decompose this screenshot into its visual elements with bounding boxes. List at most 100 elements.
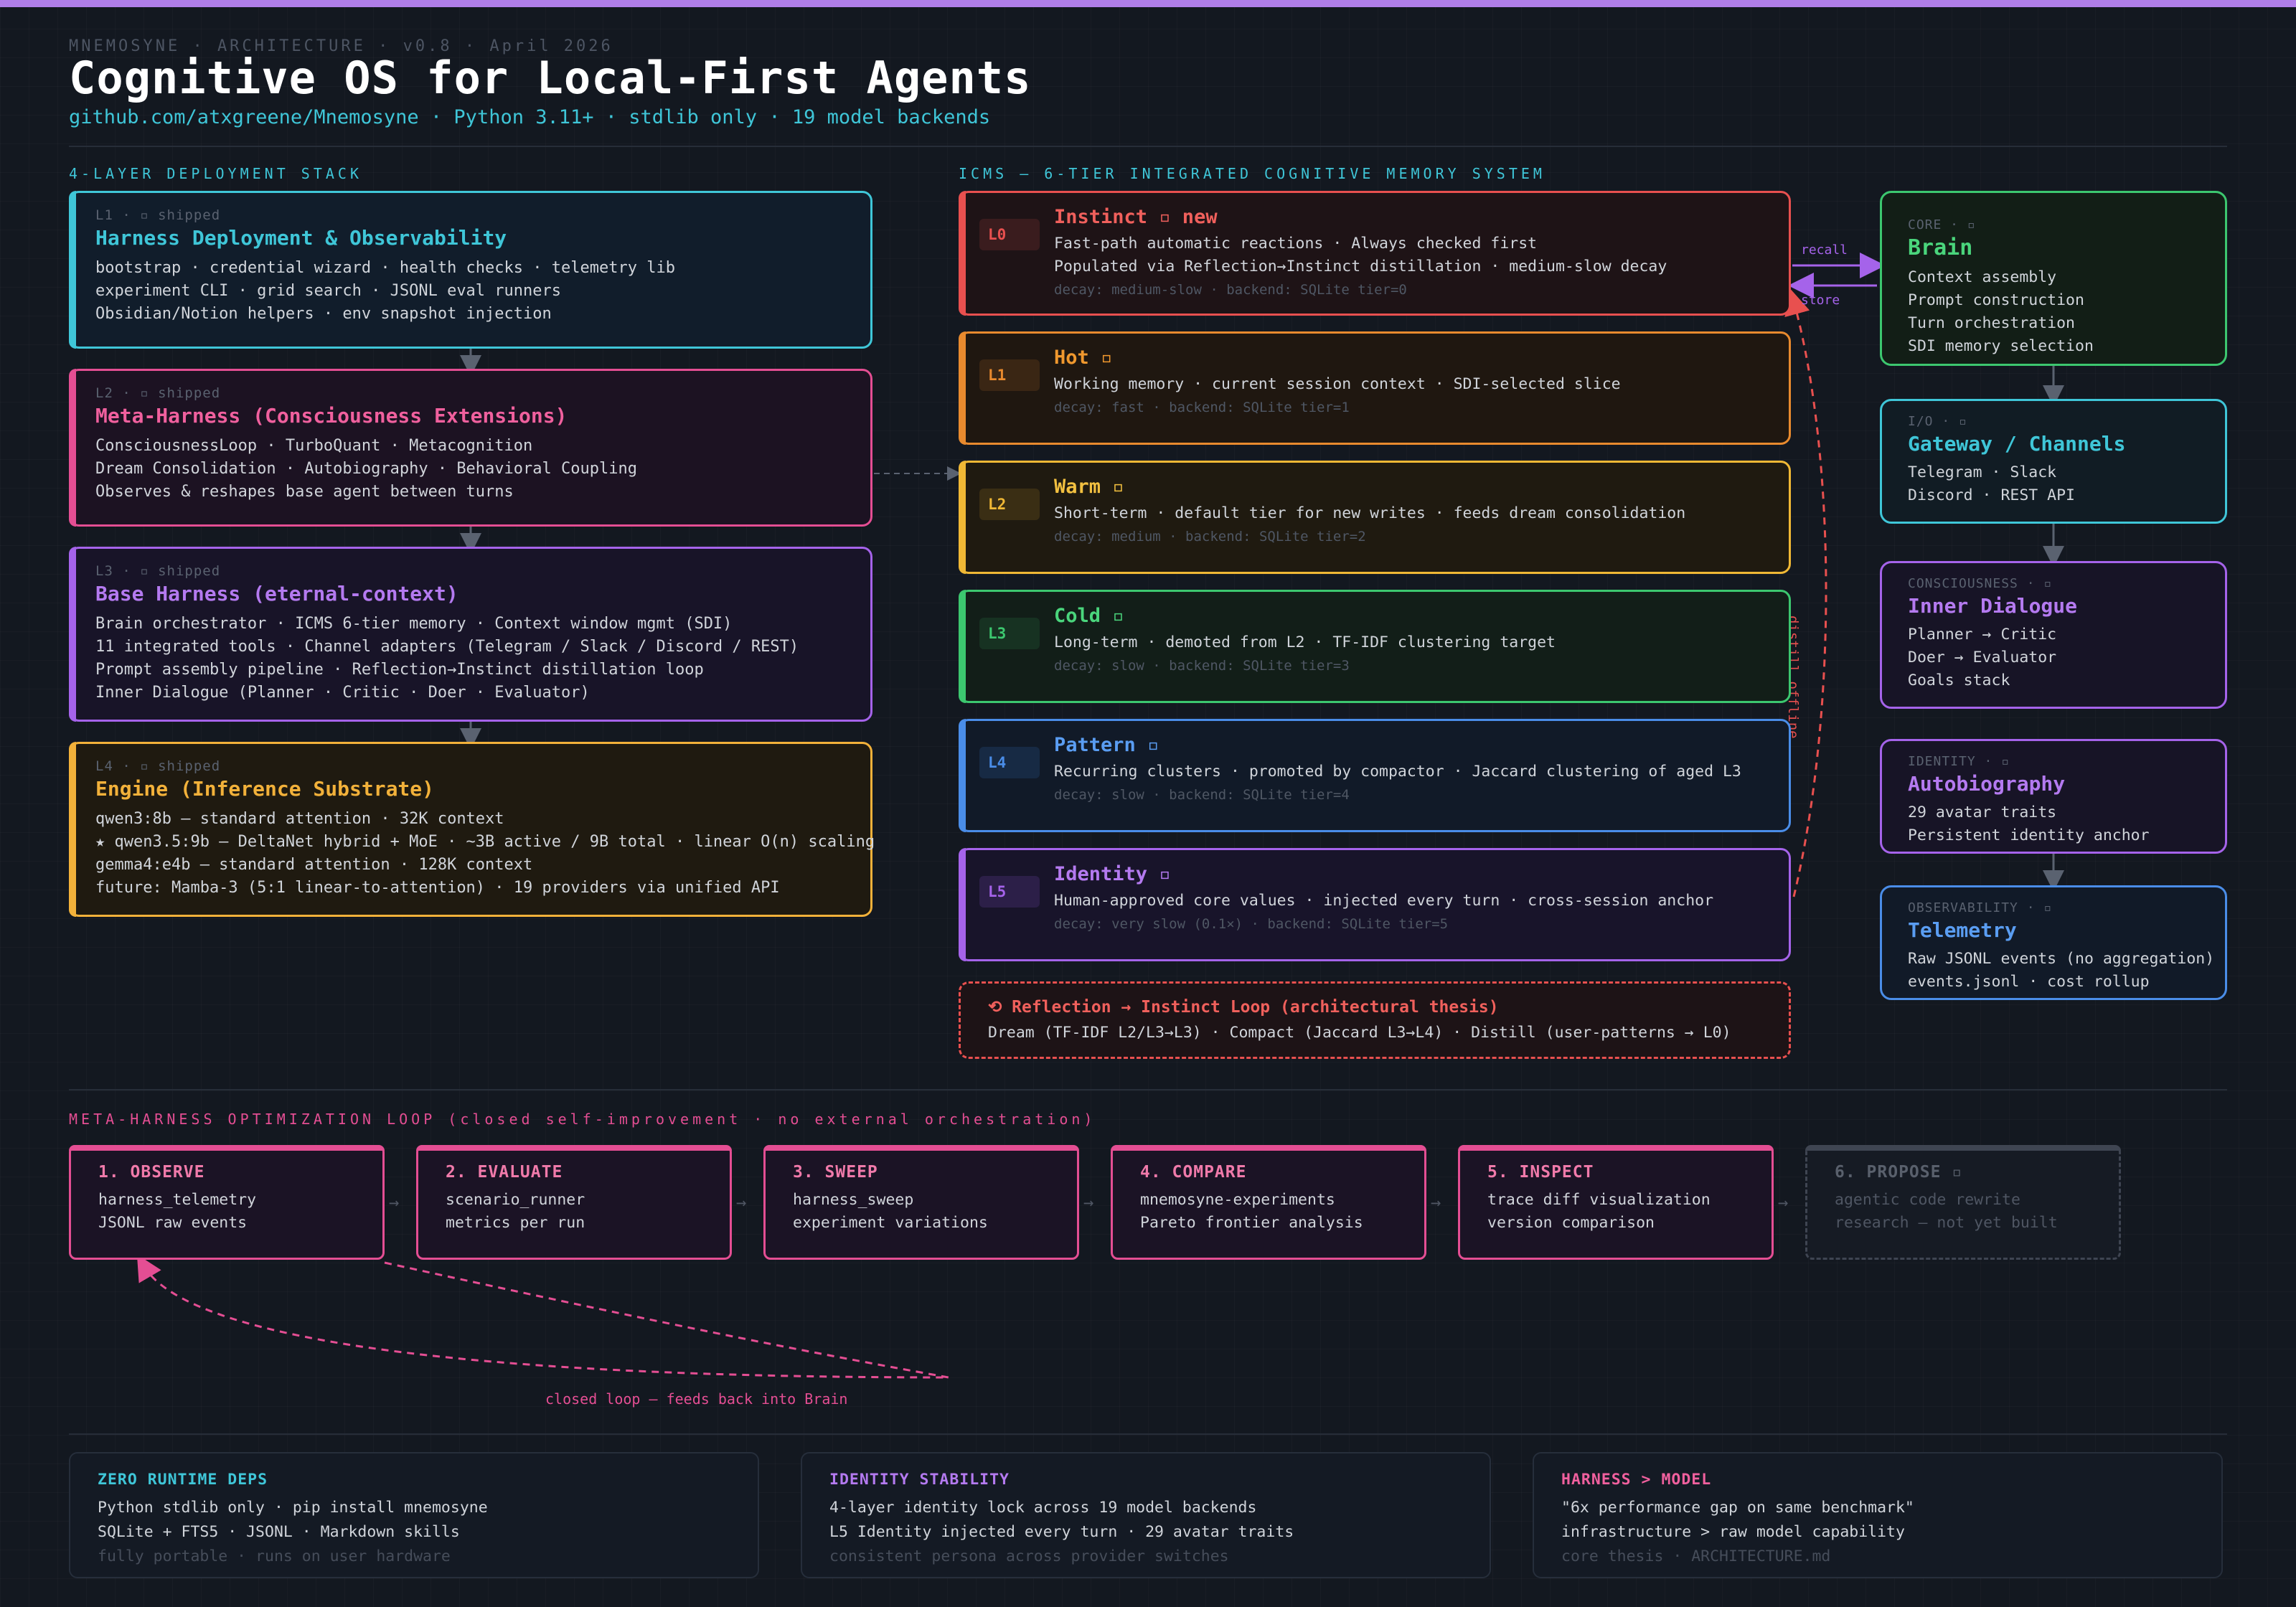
footer-line: L5 Identity injected every turn · 29 ava… [829,1523,1294,1541]
footer-muted: fully portable · runs on user hardware [98,1547,451,1565]
step-accent-bar [1111,1145,1426,1151]
layer-line: Obsidian/Notion helpers · env snapshot i… [95,305,552,323]
tier-decay: decay: medium-slow · backend: SQLite tie… [1054,282,1407,298]
tier-decay: decay: slow · backend: SQLite tier=3 [1054,658,1350,674]
component-line: Context assembly [1908,268,2057,286]
footer-line: infrastructure > raw model capability [1561,1523,1905,1541]
step-name: 1. OBSERVE [98,1163,205,1182]
step-accent-bar [1805,1145,2121,1151]
component-name: Inner Dialogue [1908,594,2078,618]
footer-card-harness[interactable]: HARNESS > MODEL "6x performance gap on s… [1533,1452,2223,1578]
layer-card-l4[interactable]: L4 · ▫ shipped Engine (Inference Substra… [69,742,875,917]
step-line: scenario_runner [446,1191,585,1209]
step-line: trace diff visualization [1487,1191,1711,1209]
loop-section-label: META-HARNESS OPTIMIZATION LOOP (closed s… [69,1111,1096,1128]
tier-decay: decay: very slow (0.1×) · backend: SQLit… [1054,916,1449,932]
layer-line: Prompt assembly pipeline · Reflection→In… [95,661,704,679]
tier-line: Human-approved core values · injected ev… [1054,892,1714,910]
step-name: 2. EVALUATE [446,1163,563,1182]
layer-card-l2[interactable]: L2 · ▫ shipped Meta-Harness (Consciousne… [69,369,872,527]
layer-line: qwen3:8b — standard attention · 32K cont… [95,810,504,828]
tier-card-l4[interactable]: L4 Pattern ▫ Recurring clusters · promot… [959,719,1791,832]
tier-accent-bar [959,461,966,574]
component-inner-dialogue[interactable]: CONSCIOUSNESS · ▫ Inner Dialogue Planner… [1880,561,2227,709]
tier-line: Working memory · current session context… [1054,375,1621,393]
layer-line: bootstrap · credential wizard · health c… [95,259,675,277]
tier-name: Hot ▫ [1054,347,1113,369]
tier-line: Fast-path automatic reactions · Always c… [1054,235,1538,253]
loop-step-sweep[interactable]: 3. SWEEP harness_sweep experiment variat… [763,1145,1079,1260]
tier-card-l5[interactable]: L5 Identity ▫ Human-approved core values… [959,848,1791,961]
component-line: Prompt construction [1908,291,2084,309]
layer-card-l1[interactable]: L1 · ▫ shipped Harness Deployment & Obse… [69,191,872,349]
component-line: Telegram · Slack [1908,463,2057,481]
reflection-line: Dream (TF-IDF L2/L3→L3) · Compact (Jacca… [988,1024,1731,1042]
layer-line: gemma4:e4b — standard attention · 128K c… [95,856,533,874]
loop-step-propose[interactable]: 6. PROPOSE ▫ agentic code rewrite resear… [1805,1145,2121,1260]
step-line: JSONL raw events [98,1214,248,1232]
component-line: Goals stack [1908,671,2010,689]
tier-accent-bar [959,719,966,832]
layer-tag: L3 · ▫ shipped [95,563,221,579]
tier-badge: L3 [979,618,1040,649]
loop-step-observe[interactable]: 1. OBSERVE harness_telemetry JSONL raw e… [69,1145,385,1260]
component-name: Autobiography [1908,772,2066,796]
footer-muted: consistent persona across provider switc… [829,1547,1229,1565]
tier-card-l0[interactable]: L0 Instinct ▫ new Fast-path automatic re… [959,191,1791,316]
tier-name: Instinct ▫ new [1054,206,1218,228]
layer-line: Dream Consolidation · Autobiography · Be… [95,460,637,478]
layer-line: ★ qwen3.5:9b — DeltaNet hybrid + MoE · ~… [95,833,875,851]
component-brain[interactable]: CORE · ▫ Brain Context assembly Prompt c… [1880,191,2227,366]
footer-divider [69,1433,2227,1435]
tier-card-l2[interactable]: L2 Warm ▫ Short-term · default tier for … [959,461,1791,574]
layer-name: Harness Deployment & Observability [95,226,507,250]
layer-accent-bar [69,742,76,917]
tier-line: Short-term · default tier for new writes… [1054,504,1686,522]
loop-step-evaluate[interactable]: 2. EVALUATE scenario_runner metrics per … [416,1145,732,1260]
tier-decay: decay: medium · backend: SQLite tier=2 [1054,529,1366,545]
component-line: Planner → Critic [1908,626,2057,644]
step-arrow: → [736,1192,747,1212]
reflection-loop-box[interactable]: ⟲ Reflection → Instinct Loop (architectu… [959,981,1791,1059]
step-arrow: → [1431,1192,1441,1212]
footer-line: Python stdlib only · pip install mnemosy… [98,1499,488,1517]
tier-card-l1[interactable]: L1 Hot ▫ Working memory · current sessio… [959,331,1791,445]
footer-card-deps[interactable]: ZERO RUNTIME DEPS Python stdlib only · p… [69,1452,759,1578]
step-line: Pareto frontier analysis [1140,1214,1363,1232]
tier-badge: L5 [979,876,1040,908]
layer-card-l3[interactable]: L3 · ▫ shipped Base Harness (eternal-con… [69,547,872,722]
tier-line: Recurring clusters · promoted by compact… [1054,763,1741,781]
footer-line: 4-layer identity lock across 19 model ba… [829,1499,1257,1517]
component-tag: CORE · ▫ [1908,217,1976,232]
tier-badge: L1 [979,359,1040,391]
component-gateway[interactable]: I/O · ▫ Gateway / Channels Telegram · Sl… [1880,399,2227,524]
footer-heading: ZERO RUNTIME DEPS [98,1471,268,1489]
tier-line: Long-term · demoted from L2 · TF-IDF clu… [1054,633,1556,651]
step-accent-bar [69,1145,385,1151]
component-line: Doer → Evaluator [1908,649,2057,666]
footer-card-identity[interactable]: IDENTITY STABILITY 4-layer identity lock… [801,1452,1491,1578]
tier-line: Populated via Reflection→Instinct distil… [1054,258,1667,275]
component-tag: I/O · ▫ [1908,414,1967,429]
component-telemetry[interactable]: OBSERVABILITY · ▫ Telemetry Raw JSONL ev… [1880,885,2227,1000]
footer-muted: core thesis · ARCHITECTURE.md [1561,1547,1831,1565]
layer-tag: L1 · ▫ shipped [95,207,221,223]
tier-card-l3[interactable]: L3 Cold ▫ Long-term · demoted from L2 · … [959,590,1791,703]
component-autobiography[interactable]: IDENTITY · ▫ Autobiography 29 avatar tra… [1880,739,2227,854]
layer-tag: L2 · ▫ shipped [95,385,221,401]
step-line: harness_telemetry [98,1191,257,1209]
layer-accent-bar [69,369,76,527]
step-arrow: → [389,1192,400,1212]
tier-accent-bar [959,331,966,445]
layer-name: Meta-Harness (Consciousness Extensions) [95,404,568,428]
closed-loop-curve [136,1254,949,1379]
step-accent-bar [1458,1145,1774,1151]
step-name: 5. INSPECT [1487,1163,1594,1182]
step-accent-bar [763,1145,1079,1151]
step-name: 6. PROPOSE ▫ [1835,1163,1963,1182]
loop-step-compare[interactable]: 4. COMPARE mnemosyne-experiments Pareto … [1111,1145,1426,1260]
loop-step-inspect[interactable]: 5. INSPECT trace diff visualization vers… [1458,1145,1774,1260]
step-accent-bar [416,1145,732,1151]
component-tag: CONSCIOUSNESS · ▫ [1908,576,2053,591]
layer-line: future: Mamba-3 (5:1 linear-to-attention… [95,879,780,897]
